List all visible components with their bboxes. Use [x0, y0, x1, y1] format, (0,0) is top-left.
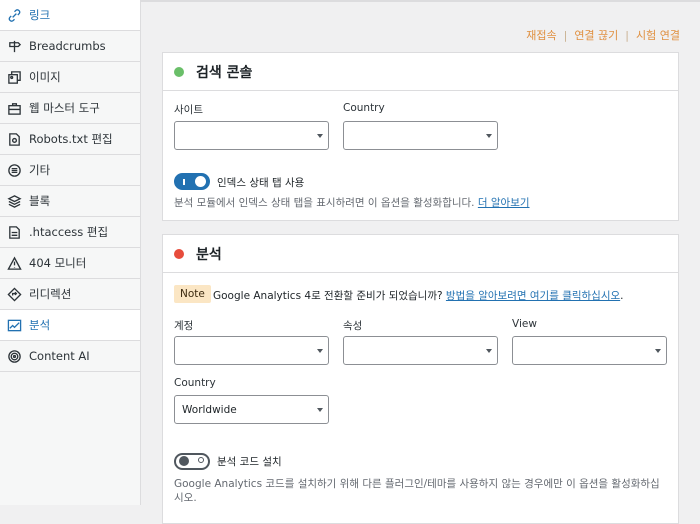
sidebar-item-breadcrumbs[interactable]: Breadcrumbs: [0, 31, 140, 62]
property-label: 속성: [343, 320, 363, 332]
search-console-header: 검색 콘솔: [163, 53, 678, 91]
panel-title: 분석: [196, 246, 222, 263]
sidebar-item-label: 이미지: [29, 70, 61, 84]
disconnect-link[interactable]: 연결 끊기: [574, 29, 618, 42]
chevron-down-icon: [317, 408, 323, 412]
images-icon: [6, 69, 22, 85]
ga4-note: Google Analytics 4로 전환할 준비가 되었습니까? 방법을 알…: [213, 290, 624, 302]
install-code-toggle-label: 분석 코드 설치: [217, 456, 282, 468]
chevron-down-icon: [655, 349, 661, 353]
analytics-icon: [6, 317, 22, 333]
sidebar-item-label: 기타: [29, 163, 51, 177]
chevron-down-icon: [317, 349, 323, 353]
sidebar-item-label: Content AI: [29, 349, 90, 363]
sidebar-item-htaccess[interactable]: .htaccess 편집: [0, 217, 140, 248]
sidebar-item-analytics[interactable]: 분석: [0, 310, 140, 341]
note-badge: Note: [174, 285, 211, 303]
sidebar-item-label: .htaccess 편집: [29, 225, 109, 239]
view-label: View: [512, 318, 537, 330]
analytics-panel: 분석 Note Google Analytics 4로 전환할 준비가 되었습니…: [162, 234, 679, 524]
panel-title: 검색 콘솔: [196, 64, 253, 81]
reconnect-link[interactable]: 재접속: [526, 29, 556, 42]
index-status-toggle[interactable]: [174, 173, 210, 190]
analytics-header: 분석: [163, 235, 678, 273]
account-select[interactable]: [174, 336, 329, 365]
country-select[interactable]: [343, 121, 498, 150]
sidebar-item-others[interactable]: 기타: [0, 155, 140, 186]
document-icon: [6, 224, 22, 240]
install-code-description: Google Analytics 코드를 설치하기 위해 다른 플러그인/테마를…: [174, 478, 660, 504]
index-status-description: 분석 모듈에서 인덱스 상태 탭을 표시하려면 이 옵션을 활성화합니다. 더 …: [174, 197, 530, 209]
redirect-icon: [6, 286, 22, 302]
analytics-country-label: Country: [174, 377, 216, 389]
search-console-panel: 검색 콘솔 사이트 Country 인덱스 상태 탭 사용 분석 모듈에서 인덱…: [162, 52, 679, 221]
signpost-icon: [6, 38, 22, 54]
status-dot: [174, 66, 184, 77]
install-code-toggle[interactable]: [174, 453, 210, 470]
sidebar-item-label: Breadcrumbs: [29, 39, 106, 53]
top-divider: [141, 0, 700, 2]
chevron-down-icon: [486, 134, 492, 138]
sidebar-item-label: 리디렉션: [29, 287, 72, 301]
view-select[interactable]: [512, 336, 667, 365]
sidebar-item-webmaster-tools[interactable]: 웹 마스터 도구: [0, 93, 140, 124]
sidebar-item-label: 블록: [29, 194, 51, 208]
chevron-down-icon: [317, 134, 323, 138]
sidebar-item-404-monitor[interactable]: 404 모니터: [0, 248, 140, 279]
file-icon: [6, 131, 22, 147]
chevron-down-icon: [486, 349, 492, 353]
sidebar-item-robots-txt[interactable]: Robots.txt 편집: [0, 124, 140, 155]
list-icon: [6, 162, 22, 178]
analytics-country-select[interactable]: Worldwide: [174, 395, 329, 424]
main-content: 재접속 | 연결 끊기 | 시험 연결 검색 콘솔 사이트 Country 인덱스 상태…: [141, 0, 700, 524]
test-connection-link[interactable]: 시험 연결: [636, 29, 680, 42]
warning-icon: [6, 255, 22, 271]
sidebar-item-label: 웹 마스터 도구: [29, 101, 100, 115]
blocks-icon: [6, 193, 22, 209]
sidebar-item-content-ai[interactable]: Content AI: [0, 341, 140, 372]
sidebar-item-images[interactable]: 이미지: [0, 62, 140, 93]
site-label: 사이트: [174, 104, 203, 116]
country-label: Country: [343, 102, 385, 114]
sidebar-item-label: 분석: [29, 318, 51, 332]
sidebar-item-label: 링크: [29, 8, 51, 22]
link-icon: [6, 7, 22, 23]
connection-links: 재접속 | 연결 끊기 | 시험 연결: [526, 29, 680, 42]
sidebar-item-redirections[interactable]: 리디렉션: [0, 279, 140, 310]
property-select[interactable]: [343, 336, 498, 365]
ga4-help-link[interactable]: 방법을 알아보려면 여기를 클릭하십시오: [446, 290, 620, 302]
sidebar-item-blocks[interactable]: 블록: [0, 186, 140, 217]
account-label: 계정: [174, 320, 194, 332]
toolbox-icon: [6, 100, 22, 116]
sidebar-item-label: 404 모니터: [29, 256, 87, 270]
sidebar: 링크 Breadcrumbs 이미지 웹 마스터 도구 Robots.txt 편…: [0, 0, 141, 505]
site-select[interactable]: [174, 121, 329, 150]
status-dot: [174, 248, 184, 259]
sidebar-item-label: Robots.txt 편집: [29, 132, 113, 146]
sidebar-item-links[interactable]: 링크: [0, 0, 140, 31]
index-status-toggle-label: 인덱스 상태 탭 사용: [217, 177, 305, 189]
content-ai-icon: [6, 348, 22, 364]
learn-more-link[interactable]: 더 알아보기: [478, 197, 530, 209]
